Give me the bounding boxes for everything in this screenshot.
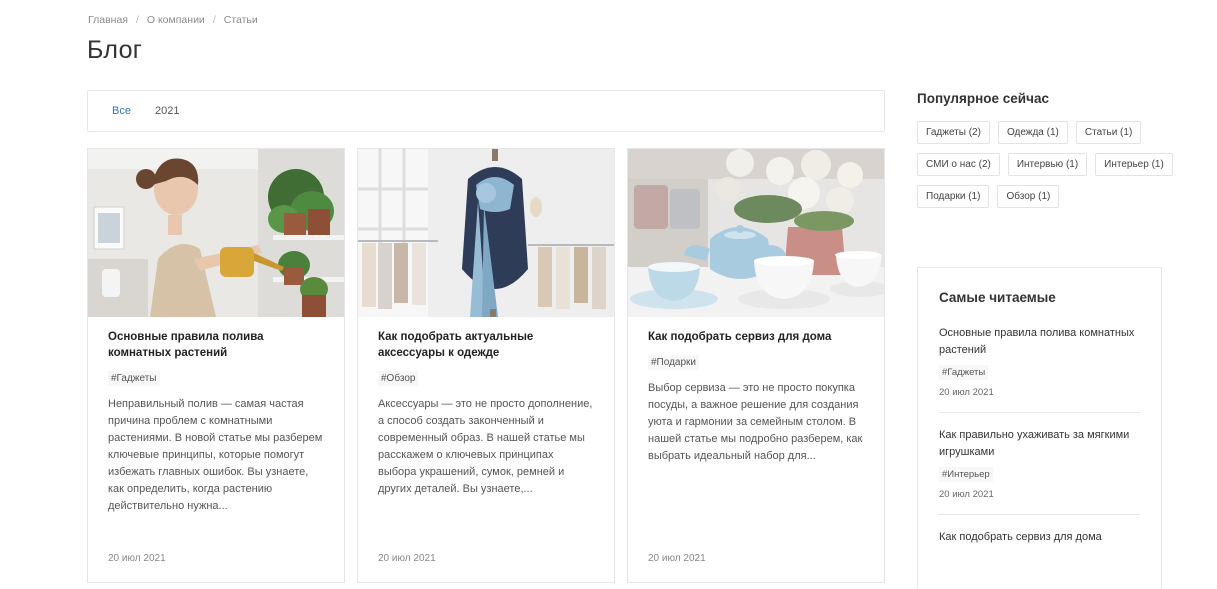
article-excerpt: Неправильный полив — самая частая причин… xyxy=(108,398,323,512)
article-card[interactable]: Как подобрать актуальные аксессуары к од… xyxy=(357,148,615,583)
most-read-item: Как правильно ухаживать за мягкими игруш… xyxy=(939,413,1140,515)
most-read-item-tag[interactable]: #Интерьер xyxy=(939,467,993,482)
article-image-tea-set[interactable] xyxy=(628,149,884,317)
most-read-item: Как подобрать сервиз для дома xyxy=(939,515,1140,560)
most-read-item-title[interactable]: Основные правила полива комнатных растен… xyxy=(939,325,1140,359)
filter-bar: Все 2021 xyxy=(87,90,885,132)
article-excerpt: Выбор сервиза — это не просто покупка по… xyxy=(648,382,863,462)
filter-all[interactable]: Все xyxy=(112,105,131,117)
most-read-item-date: 20 июл 2021 xyxy=(939,489,994,500)
tag-chip-clothes[interactable]: Одежда (1) xyxy=(997,121,1068,144)
article-date: 20 июл 2021 xyxy=(378,553,436,564)
tag-chip-gadgets[interactable]: Гаджеты (2) xyxy=(917,121,990,144)
breadcrumb-home[interactable]: Главная xyxy=(88,14,128,26)
tag-chip-interview[interactable]: Интервью (1) xyxy=(1007,153,1088,176)
article-image-accessories[interactable] xyxy=(358,149,614,317)
article-title[interactable]: Как подобрать сервиз для дома xyxy=(648,329,864,345)
article-title[interactable]: Основные правила полива комнатных растен… xyxy=(108,329,324,361)
tag-chip-review[interactable]: Обзор (1) xyxy=(997,185,1060,208)
popular-title: Популярное сейчас xyxy=(917,91,1049,106)
most-read-title: Самые читаемые xyxy=(939,290,1056,305)
tag-chip-gifts[interactable]: Подарки (1) xyxy=(917,185,990,208)
article-card[interactable]: Основные правила полива комнатных растен… xyxy=(87,148,345,583)
breadcrumb: Главная / О компании / Статьи xyxy=(88,14,258,26)
tag-chip-articles[interactable]: Статьи (1) xyxy=(1075,121,1142,144)
breadcrumb-separator: / xyxy=(135,14,139,26)
tag-chip-media[interactable]: СМИ о нас (2) xyxy=(917,153,1000,176)
breadcrumb-articles[interactable]: Статьи xyxy=(224,14,258,26)
most-read-item: Основные правила полива комнатных растен… xyxy=(939,305,1140,413)
article-tag[interactable]: #Обзор xyxy=(378,371,419,386)
article-image-plants[interactable] xyxy=(88,149,344,317)
tag-chip-interior[interactable]: Интерьер (1) xyxy=(1095,153,1173,176)
article-excerpt: Аксессуары — это не просто дополнение, а… xyxy=(378,398,593,495)
most-read-panel: Самые читаемые Основные правила полива к… xyxy=(917,267,1162,589)
most-read-item-tag[interactable]: #Гаджеты xyxy=(939,365,989,380)
most-read-item-title[interactable]: Как правильно ухаживать за мягкими игруш… xyxy=(939,427,1140,461)
most-read-item-date: 20 июл 2021 xyxy=(939,387,994,398)
article-title[interactable]: Как подобрать актуальные аксессуары к од… xyxy=(378,329,594,361)
article-tag[interactable]: #Гаджеты xyxy=(108,371,160,386)
filter-year-2021[interactable]: 2021 xyxy=(155,105,179,117)
article-date: 20 июл 2021 xyxy=(108,553,166,564)
breadcrumb-separator: / xyxy=(212,14,216,26)
most-read-item-title[interactable]: Как подобрать сервиз для дома xyxy=(939,529,1140,546)
article-date: 20 июл 2021 xyxy=(648,553,706,564)
article-card[interactable]: Как подобрать сервиз для дома #Подарки В… xyxy=(627,148,885,583)
popular-tags: Гаджеты (2) Одежда (1) Статьи (1) СМИ о … xyxy=(917,121,1187,208)
article-tag[interactable]: #Подарки xyxy=(648,355,700,370)
page-title: Блог xyxy=(87,36,143,64)
breadcrumb-about[interactable]: О компании xyxy=(147,14,205,26)
